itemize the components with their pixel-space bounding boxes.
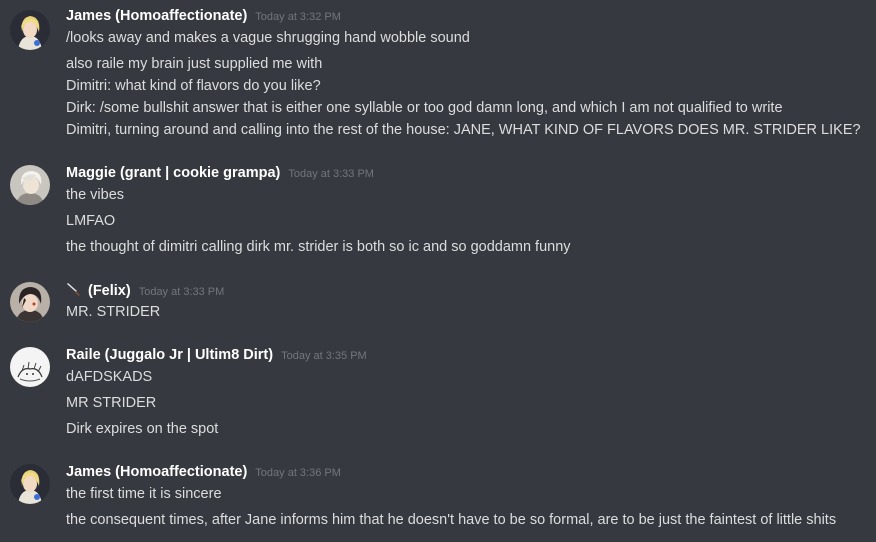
message-text: Dirk: /some bullshit answer that is eith… <box>66 100 783 116</box>
message-text: the consequent times, after Jane informs… <box>66 512 837 528</box>
message-text: MR STRIDER <box>66 395 157 411</box>
avatar[interactable] <box>10 282 50 322</box>
message-text: Dirk expires on the spot <box>66 421 219 437</box>
sketch-avatar-icon <box>10 347 50 387</box>
timestamp[interactable]: Today at 3:36 PM <box>255 467 341 479</box>
message-text: the first time it is sincere <box>66 486 222 502</box>
anime-blonde-avatar-icon <box>10 464 50 504</box>
message-text: MR. STRIDER <box>66 304 161 320</box>
message-header: Raile (Juggalo Jr | Ultim8 Dirt) Today a… <box>66 347 367 367</box>
message-text: also raile my brain just supplied me wit… <box>66 56 323 72</box>
anime-whitehair-avatar-icon <box>10 165 50 205</box>
avatar[interactable] <box>10 165 50 205</box>
avatar[interactable] <box>10 347 50 387</box>
message-header: Maggie (grant | cookie grampa) Today at … <box>66 165 374 185</box>
username[interactable]: Maggie (grant | cookie grampa) <box>66 165 280 181</box>
timestamp[interactable]: Today at 3:33 PM <box>288 168 374 180</box>
avatar[interactable] <box>10 10 50 50</box>
username[interactable]: (Felix) <box>66 282 131 299</box>
message-header: (Felix) Today at 3:33 PM <box>66 282 224 302</box>
message-text: /looks away and makes a vague shrugging … <box>66 30 470 46</box>
message-header: James (Homoaffectionate) Today at 3:32 P… <box>66 8 341 28</box>
username[interactable]: James (Homoaffectionate) <box>66 464 247 480</box>
timestamp[interactable]: Today at 3:33 PM <box>139 286 225 298</box>
message-text: dAFDSKADS <box>66 369 153 385</box>
message-text: the thought of dimitri calling dirk mr. … <box>66 239 571 255</box>
message-header: James (Homoaffectionate) Today at 3:36 P… <box>66 464 341 484</box>
message-text: Dimitri, turning around and calling into… <box>66 122 861 138</box>
username[interactable]: James (Homoaffectionate) <box>66 8 247 24</box>
message-text: LMFAO <box>66 213 116 229</box>
anime-darkhair-avatar-icon <box>10 282 50 322</box>
anime-blonde-avatar-icon <box>10 10 50 50</box>
message-text: Dimitri: what kind of flavors do you lik… <box>66 78 321 94</box>
chat-messages: James (Homoaffectionate) Today at 3:32 P… <box>0 0 876 542</box>
timestamp[interactable]: Today at 3:35 PM <box>281 350 367 362</box>
avatar[interactable] <box>10 464 50 504</box>
username[interactable]: Raile (Juggalo Jr | Ultim8 Dirt) <box>66 347 273 363</box>
message-text: the vibes <box>66 187 125 203</box>
knife-icon <box>67 283 80 296</box>
timestamp[interactable]: Today at 3:32 PM <box>255 11 341 23</box>
username-label: (Felix) <box>88 283 131 299</box>
